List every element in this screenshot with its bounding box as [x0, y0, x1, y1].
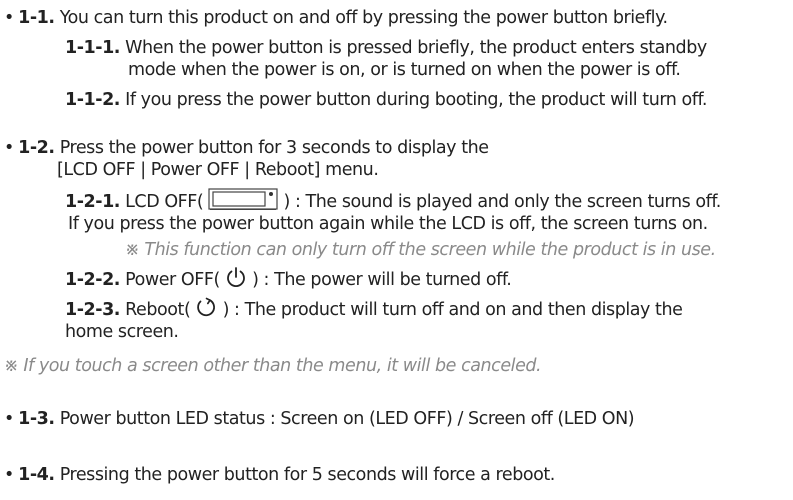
- item-number: 1-2.: [18, 138, 55, 158]
- item-1-2-1: 1-2-1. LCD OFF( ) : The sound is played …: [65, 188, 722, 213]
- item-1-1: • 1-1. You can turn this product on and …: [4, 7, 668, 29]
- item-number: 1-2-2.: [65, 270, 121, 290]
- bullet: •: [4, 465, 14, 485]
- item-text: If you press the power button again whil…: [68, 214, 708, 234]
- item-number: 1-1-2.: [65, 90, 121, 110]
- item-number: 1-3.: [18, 409, 55, 429]
- item-1-3: • 1-3. Power button LED status : Screen …: [4, 408, 635, 430]
- menu-cancel-note: ※ If you touch a screen other than the m…: [4, 356, 542, 376]
- item-1-4: • 1-4. Pressing the power button for 5 s…: [4, 464, 555, 486]
- item-1-2-1-continuation: If you press the power button again whil…: [68, 213, 708, 235]
- lcd-note: ※ This function can only turn off the sc…: [125, 240, 716, 260]
- item-1-2-2: 1-2-2. Power OFF( ) : The power will be …: [65, 266, 512, 291]
- item-text: LCD OFF(: [120, 192, 209, 212]
- item-number: 1-4.: [18, 465, 55, 485]
- item-number: 1-1.: [18, 8, 55, 28]
- bullet: •: [4, 409, 14, 429]
- item-1-2-continuation: [LCD OFF | Power OFF | Reboot] menu.: [57, 159, 379, 181]
- item-1-1-2: 1-1-2. If you press the power button dur…: [65, 89, 708, 111]
- item-text: ) : The power will be turned off.: [246, 270, 512, 290]
- power-icon: [225, 266, 247, 288]
- item-1-1-1: 1-1-1. When the power button is pressed …: [65, 37, 707, 59]
- item-number: 1-2-1.: [65, 192, 121, 212]
- item-1-2-3-continuation: home screen.: [65, 321, 179, 343]
- item-1-2-3: 1-2-3. Reboot( ) : The product will turn…: [65, 296, 683, 321]
- item-text: Reboot(: [120, 300, 196, 320]
- item-text: [LCD OFF | Power OFF | Reboot] menu.: [57, 160, 379, 180]
- bullet: •: [4, 138, 14, 158]
- item-1-2: • 1-2. Press the power button for 3 seco…: [4, 137, 489, 159]
- item-text: Press the power button for 3 seconds to …: [54, 138, 489, 158]
- item-text: When the power button is pressed briefly…: [120, 38, 707, 58]
- item-text: You can turn this product on and off by …: [54, 8, 668, 28]
- item-text: mode when the power is on, or is turned …: [128, 60, 681, 80]
- item-1-1-1-continuation: mode when the power is on, or is turned …: [128, 59, 681, 81]
- item-number: 1-2-3.: [65, 300, 121, 320]
- item-text: Power OFF(: [120, 270, 225, 290]
- item-text: Pressing the power button for 5 seconds …: [54, 465, 556, 485]
- item-text: ) : The sound is played and only the scr…: [278, 192, 722, 212]
- item-text: home screen.: [65, 322, 179, 342]
- reboot-icon: [195, 296, 217, 318]
- item-text: ) : The product will turn off and on and…: [217, 300, 683, 320]
- item-text: If you press the power button during boo…: [120, 90, 708, 110]
- bullet: •: [4, 8, 14, 28]
- lcd-screen-icon: [208, 188, 278, 211]
- item-text: Power button LED status : Screen on (LED…: [54, 409, 635, 429]
- item-number: 1-1-1.: [65, 38, 121, 58]
